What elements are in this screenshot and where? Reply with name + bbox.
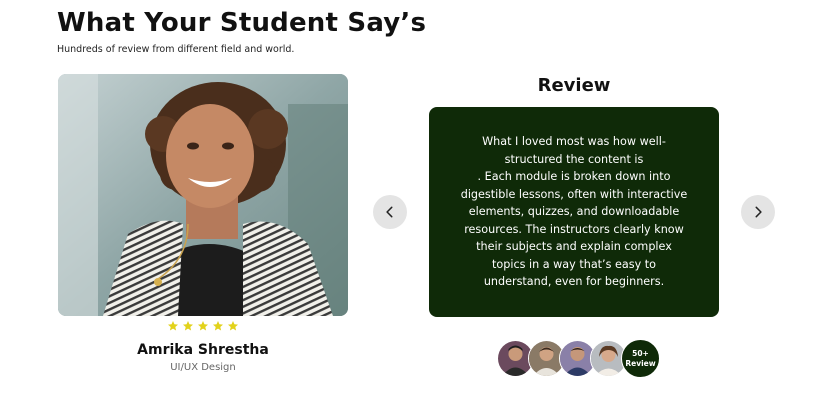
previous-button[interactable] [373, 195, 407, 229]
student-name: Amrika Shrestha [137, 342, 269, 358]
testimonials-section: What Your Student Say’s Hundreds of revi… [0, 0, 833, 417]
review-text: What I loved most was how well- structur… [460, 135, 688, 288]
review-count-number: 50+ [632, 348, 649, 358]
student-photo [58, 74, 348, 316]
star-icon [168, 321, 178, 331]
review-count-label: Review [625, 358, 656, 368]
next-button[interactable] [741, 195, 775, 229]
section-subtitle: Hundreds of review from different field … [57, 44, 295, 55]
star-icon [198, 321, 208, 331]
star-icon [183, 321, 193, 331]
star-icon [213, 321, 223, 331]
reviewer-avatars: 50+ Review [497, 339, 660, 378]
review-count-badge: 50+ Review [621, 339, 660, 378]
chevron-right-icon [755, 206, 762, 218]
star-icon [228, 321, 238, 331]
section-title: What Your Student Say’s [57, 8, 427, 38]
student-role: UI/UX Design [170, 362, 236, 373]
review-heading: Review [537, 75, 611, 96]
chevron-left-icon [386, 206, 393, 218]
review-card: What I loved most was how well- structur… [429, 107, 719, 317]
rating-stars [167, 320, 239, 332]
